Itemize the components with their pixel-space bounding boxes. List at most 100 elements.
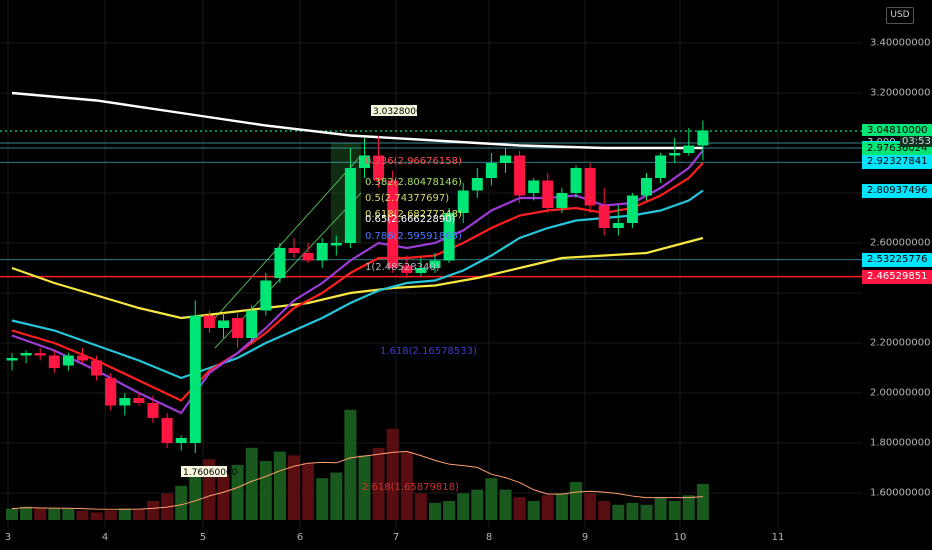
candle (556, 193, 568, 208)
candle (514, 155, 526, 196)
volume-bar (626, 502, 639, 520)
volume-bar (34, 508, 47, 520)
volume-bar (344, 409, 357, 520)
candle (584, 168, 596, 206)
candle (612, 223, 624, 228)
candle (77, 355, 88, 361)
candle (697, 130, 709, 146)
candle (655, 155, 667, 178)
volume-bar (316, 478, 329, 520)
time-scale[interactable]: 3 4 5 6 7 8 9 10 11 (0, 528, 862, 550)
volume-bar (147, 501, 159, 520)
ema-white-line (11, 91, 703, 150)
fib-level-label: 0.786(2.59591865) (365, 231, 462, 242)
candle (62, 355, 74, 366)
candle (344, 168, 356, 243)
candle (6, 358, 18, 361)
low-marker-label: 1.76060000 (183, 468, 238, 478)
volume-bar (90, 512, 103, 520)
volume-bar (414, 493, 427, 520)
time-tick-label: 5 (199, 532, 207, 543)
price-level-label: 2.46529851 (862, 269, 932, 284)
candle (34, 353, 46, 356)
candle (598, 205, 610, 228)
price-tick-label: 2.60000000 (870, 237, 931, 249)
price-tick-label: 2.00000000 (870, 387, 931, 399)
volume-bar (217, 474, 230, 520)
volume-bar (443, 501, 456, 520)
volume-bar (640, 504, 653, 520)
volume-bar (245, 447, 258, 520)
price-level-label: 2.53225776 (862, 252, 932, 267)
volume-bar (584, 493, 597, 520)
volume-bar (485, 478, 498, 520)
volume-bar (76, 510, 89, 520)
candle (330, 243, 342, 246)
price-tick-label: 2.20000000 (870, 337, 931, 349)
volume-bar (20, 506, 33, 520)
high-marker-label: 3.03280000 (373, 107, 428, 117)
candle (189, 315, 201, 443)
fib-level-label: 0.236(2.96676158) (365, 156, 462, 167)
time-tick-label: 11 (771, 532, 785, 543)
candle (119, 398, 131, 406)
volume-bar (429, 502, 441, 520)
candle (316, 243, 328, 261)
volume-bar (598, 501, 611, 520)
volume-bar (570, 482, 582, 520)
volume-bar (457, 493, 470, 520)
time-tick-label: 9 (581, 532, 589, 543)
candle (232, 318, 244, 338)
volume-bar (273, 451, 286, 520)
volume-bar (668, 501, 681, 520)
bar-countdown: 03:53 (900, 136, 932, 147)
candle (288, 248, 300, 253)
time-tick-label: 6 (296, 532, 304, 543)
fib-level-label: 0.65(2.66622890) (365, 214, 456, 225)
time-tick-label: 7 (392, 532, 400, 543)
volume-bar (118, 508, 131, 520)
volume-bar (132, 508, 145, 520)
time-tick-label: 10 (673, 532, 687, 543)
volume-bar (62, 508, 75, 520)
price-tick-label: 1.80000000 (870, 437, 931, 449)
candle (260, 280, 272, 311)
time-tick-label: 8 (485, 532, 493, 543)
candle (161, 418, 173, 443)
candle (302, 253, 314, 261)
candle (218, 320, 229, 328)
trading-chart-window: 0.236(2.96676158) 0.382(2.80478146) 0.5(2.… (0, 0, 932, 550)
volume-ma-line (11, 450, 703, 510)
volume-bar (302, 463, 315, 520)
volume-bar (6, 508, 18, 520)
candle (669, 153, 681, 156)
volume-bar (330, 472, 343, 520)
fib-level-label: 0.382(2.80478146) (365, 177, 462, 188)
volume-bar (386, 428, 399, 520)
ema-yellow-line (11, 236, 704, 320)
time-tick-label: 4 (101, 532, 109, 543)
price-scale[interactable]: 3.40000000 3.20000000 2.60000000 2.20000000… (862, 0, 932, 528)
volume-bar (513, 497, 526, 520)
volume-bar (541, 495, 554, 520)
candle (626, 195, 638, 223)
candle (246, 310, 258, 338)
price-chart-pane[interactable]: 0.236(2.96676158) 0.382(2.80478146) 0.5(2.… (0, 0, 862, 528)
volume-bar (259, 461, 272, 520)
currency-button[interactable]: USD (886, 7, 914, 24)
candle (641, 178, 652, 196)
volume-bar (555, 493, 568, 520)
time-tick-label: 3 (4, 532, 12, 543)
price-level-label: 2.92327841 (862, 155, 932, 170)
fib-level-label: 1.618(2.16578533) (380, 346, 477, 357)
candle (133, 398, 145, 403)
candle (91, 360, 103, 376)
candle (147, 403, 159, 418)
fib-level-label: 1(2.48528340) (365, 262, 440, 273)
candle (175, 438, 187, 443)
price-tick-label: 3.20000000 (870, 87, 931, 99)
candle (683, 145, 695, 153)
candle (542, 180, 554, 208)
candle (471, 178, 483, 191)
volume-bar (175, 485, 188, 520)
